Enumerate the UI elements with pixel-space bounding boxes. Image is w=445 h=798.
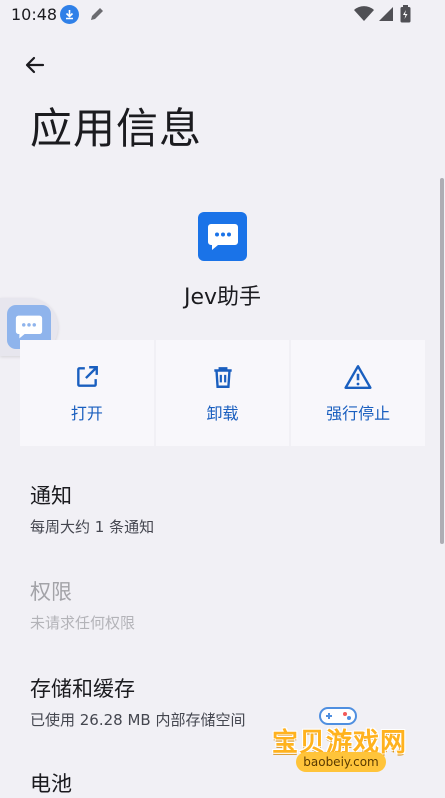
back-button[interactable] [18, 50, 52, 80]
scrollbar[interactable] [440, 178, 444, 544]
setting-title: 存储和缓存 [30, 677, 135, 701]
wifi-icon [354, 6, 374, 21]
uninstall-label: 卸载 [206, 404, 239, 423]
setting-title: 通知 [30, 484, 72, 508]
open-label: 打开 [70, 404, 103, 423]
open-external-icon [76, 366, 98, 387]
battery-setting[interactable]: 电池 [30, 768, 72, 798]
setting-subtitle: 每周大约 1 条通知 [30, 518, 155, 536]
setting-title: 权限 [30, 580, 72, 604]
open-button[interactable]: 打开 [20, 340, 154, 446]
page-title: 应用信息 [30, 104, 203, 153]
watermark-url: baobeiy.com [296, 752, 386, 772]
warning-icon [344, 365, 372, 389]
force-stop-button[interactable]: 强行停止 [291, 340, 426, 446]
setting-subtitle: 未请求任何权限 [30, 614, 136, 632]
uninstall-button[interactable]: 卸载 [155, 340, 290, 446]
chat-bubble-icon [207, 223, 238, 250]
action-bar: 打开 卸载 强行停止 [20, 340, 426, 446]
force-stop-label: 强行停止 [326, 404, 391, 423]
status-bar: 10:48 [0, 0, 445, 30]
app-icon [198, 212, 247, 261]
permissions-setting[interactable]: 权限 未请求任何权限 [30, 576, 135, 633]
setting-subtitle: 已使用 26.28 MB 内部存储空间 [30, 711, 246, 729]
app-name: Jev助手 [183, 285, 262, 310]
notifications-setting[interactable]: 通知 每周大约 1 条通知 [30, 480, 154, 537]
battery-icon [400, 5, 411, 23]
download-icon [60, 5, 79, 24]
signal-icon [379, 7, 393, 21]
status-time: 10:48 [11, 5, 58, 24]
trash-icon [213, 367, 232, 388]
storage-setting[interactable]: 存储和缓存 已使用 26.28 MB 内部存储空间 [30, 673, 245, 730]
arrow-back-icon [25, 56, 45, 74]
pencil-icon [91, 8, 103, 20]
watermark-logo: 宝贝游戏网 baobeiy.com [266, 700, 416, 780]
setting-title: 电池 [30, 772, 72, 796]
